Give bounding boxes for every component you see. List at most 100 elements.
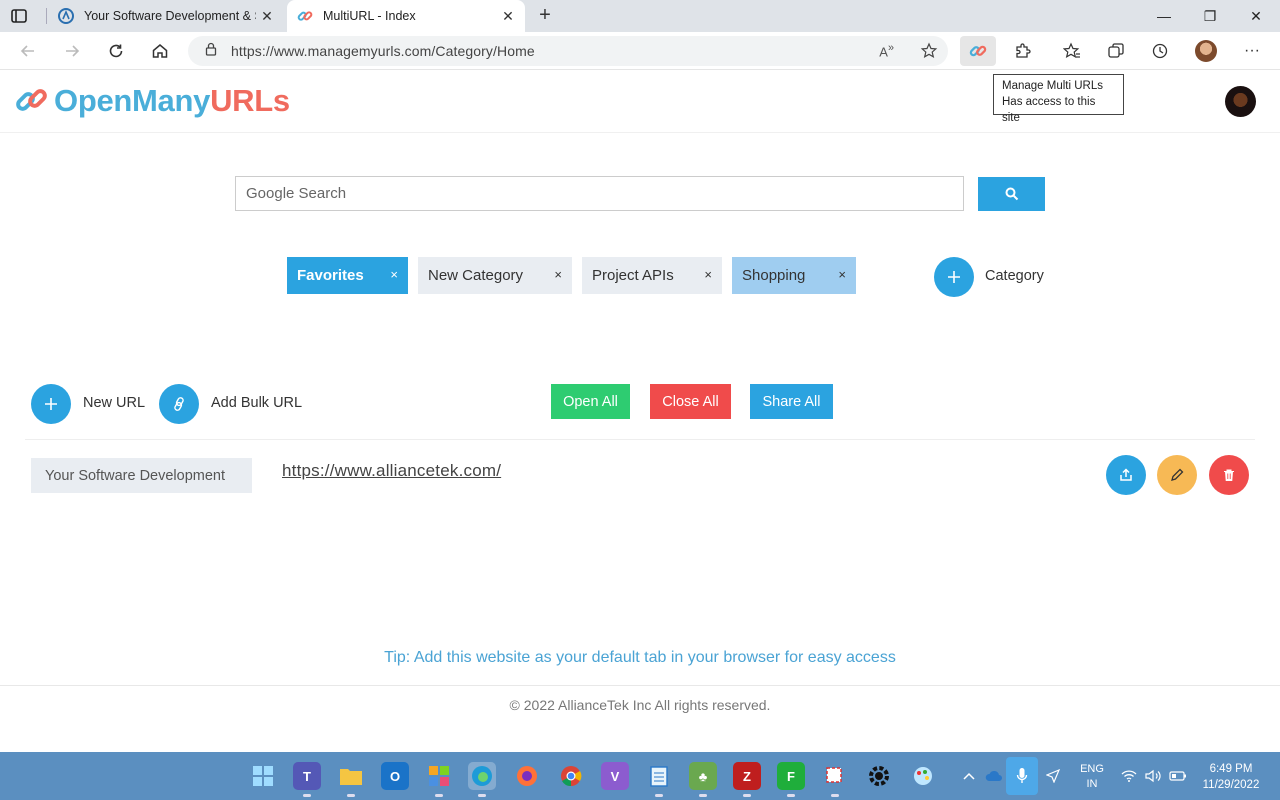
google-search-input[interactable] (235, 176, 964, 211)
firefox-icon[interactable] (513, 762, 541, 790)
add-bulk-url-label[interactable]: Add Bulk URL (211, 395, 302, 411)
add-category-label[interactable]: Category (985, 268, 1044, 284)
plus-icon (45, 398, 57, 410)
settings-gear-icon[interactable] (865, 762, 893, 790)
clock-time: 6:49 PM (1209, 763, 1253, 775)
show-hidden-icons-chevron-icon[interactable] (962, 752, 976, 800)
wifi-icon[interactable] (1121, 752, 1137, 800)
location-arrow-icon[interactable] (1046, 752, 1060, 800)
edge-browser-icon[interactable] (468, 762, 496, 797)
share-url-button[interactable] (1106, 455, 1146, 495)
extensions-puzzle-icon[interactable] (1013, 41, 1033, 61)
refresh-icon[interactable] (104, 39, 128, 63)
snipping-tool-icon[interactable] (821, 762, 849, 797)
file-explorer-icon[interactable] (337, 762, 365, 797)
tooltip-line-1: Manage Multi URLs (1002, 80, 1103, 92)
manage-multi-urls-extension-icon[interactable] (960, 36, 996, 66)
new-tab-button[interactable]: + (534, 4, 556, 26)
system-clock[interactable]: 6:49 PM 11/29/2022 (1196, 761, 1266, 793)
copyright-text: © 2022 AllianceTek Inc All rights reserv… (509, 697, 771, 713)
link-favicon-icon (297, 8, 313, 24)
tab-close-icon[interactable]: ✕ (256, 8, 278, 25)
microphone-icon[interactable] (1006, 757, 1038, 795)
back-arrow-icon[interactable] (16, 39, 40, 63)
browser-tab-multiurl[interactable]: MultiURL - Index ✕ (287, 0, 525, 32)
extension-access-tooltip: Manage Multi URLs Has access to this sit… (993, 74, 1124, 124)
teams-icon[interactable]: T (293, 762, 321, 797)
user-avatar[interactable] (1225, 86, 1256, 117)
remove-category-icon[interactable]: × (390, 267, 398, 282)
chrome-icon[interactable] (557, 762, 585, 790)
browser-profile-avatar[interactable] (1195, 40, 1217, 62)
app-grid-icon[interactable] (425, 762, 453, 797)
remove-category-icon[interactable]: × (554, 267, 562, 282)
onedrive-cloud-icon[interactable] (985, 752, 1003, 800)
category-tab-favorites[interactable]: Favorites × (287, 257, 408, 294)
language-indicator[interactable]: ENG IN (1078, 762, 1106, 792)
forward-arrow-icon[interactable] (60, 39, 84, 63)
tip-text: Tip: Add this website as your default ta… (384, 649, 896, 666)
new-url-button[interactable] (31, 384, 71, 424)
tab-actions-icon[interactable] (10, 7, 28, 25)
new-url-label[interactable]: New URL (83, 395, 145, 411)
close-window-button[interactable]: ✕ (1233, 0, 1279, 32)
pencil-icon (1171, 468, 1184, 481)
paint-icon[interactable] (909, 762, 937, 790)
site-logo[interactable]: OpenManyURLs (14, 83, 290, 119)
search-button[interactable] (978, 177, 1045, 211)
address-bar[interactable]: https://www.managemyurls.com/Category/Ho… (188, 36, 948, 66)
browser-tab-bar: Your Software Development & Sy ✕ MultiUR… (0, 0, 1280, 32)
footer-divider (0, 685, 1280, 686)
volume-icon[interactable] (1145, 752, 1161, 800)
tab-title: MultiURL - Index (323, 9, 416, 23)
tab-title: Your Software Development & Sy (84, 9, 256, 23)
close-all-button[interactable]: Close All (650, 384, 731, 419)
category-tab-new-category[interactable]: New Category × (418, 257, 572, 294)
category-tab-shopping[interactable]: Shopping × (732, 257, 856, 294)
category-label: New Category (428, 267, 524, 284)
url-text: https://www.managemyurls.com/Category/Ho… (231, 43, 535, 59)
open-all-button[interactable]: Open All (551, 384, 630, 419)
category-label: Shopping (742, 267, 806, 284)
history-icon[interactable] (1150, 41, 1170, 61)
read-aloud-icon[interactable]: A» (879, 42, 894, 59)
outlook-icon[interactable]: O (381, 762, 409, 790)
filezilla-icon[interactable]: Z (733, 762, 761, 797)
language-line-1: ENG (1080, 763, 1104, 775)
minimize-button[interactable]: — (1141, 0, 1187, 32)
delete-url-button[interactable] (1209, 455, 1249, 495)
windows-start-icon[interactable] (249, 762, 277, 790)
browser-tab-alliancetek[interactable]: Your Software Development & Sy ✕ (48, 0, 284, 32)
notepad-icon[interactable] (645, 762, 673, 797)
add-bulk-url-button[interactable] (159, 384, 199, 424)
remove-category-icon[interactable]: × (704, 267, 712, 282)
category-label: Favorites (297, 267, 364, 284)
edit-url-button[interactable] (1157, 455, 1197, 495)
tab-close-icon[interactable]: ✕ (497, 8, 519, 25)
maximize-button[interactable]: ❐ (1187, 0, 1233, 32)
web-page: OpenManyURLs Manage Multi URLs Has acces… (0, 71, 1280, 752)
lock-icon[interactable] (205, 42, 217, 61)
remove-category-icon[interactable]: × (838, 267, 846, 282)
plus-icon (948, 271, 960, 283)
clock-date: 11/29/2022 (1202, 779, 1260, 791)
tab-separator (46, 8, 47, 24)
green-f-app-icon[interactable]: F (777, 762, 805, 797)
collections-icon[interactable] (1106, 41, 1126, 61)
address-bar-row: https://www.managemyurls.com/Category/Ho… (0, 32, 1280, 70)
home-icon[interactable] (148, 39, 172, 63)
logo-text: OpenManyURLs (54, 83, 290, 118)
add-category-button[interactable] (934, 257, 974, 297)
trash-icon (1224, 469, 1234, 481)
more-menu-button[interactable]: ··· (1241, 40, 1263, 62)
visual-studio-icon[interactable]: V (601, 762, 629, 790)
tooltip-line-2: Has access to this site (1002, 96, 1096, 124)
favorites-star-icon[interactable] (1062, 41, 1082, 61)
category-tab-project-apis[interactable]: Project APIs × (582, 257, 722, 294)
url-link[interactable]: https://www.alliancetek.com/ (282, 461, 501, 481)
share-all-button[interactable]: Share All (750, 384, 833, 419)
add-favorite-icon[interactable] (920, 42, 938, 65)
search-icon (1005, 187, 1018, 201)
battery-icon[interactable] (1169, 752, 1187, 800)
game-icon[interactable]: ♣ (689, 762, 717, 797)
